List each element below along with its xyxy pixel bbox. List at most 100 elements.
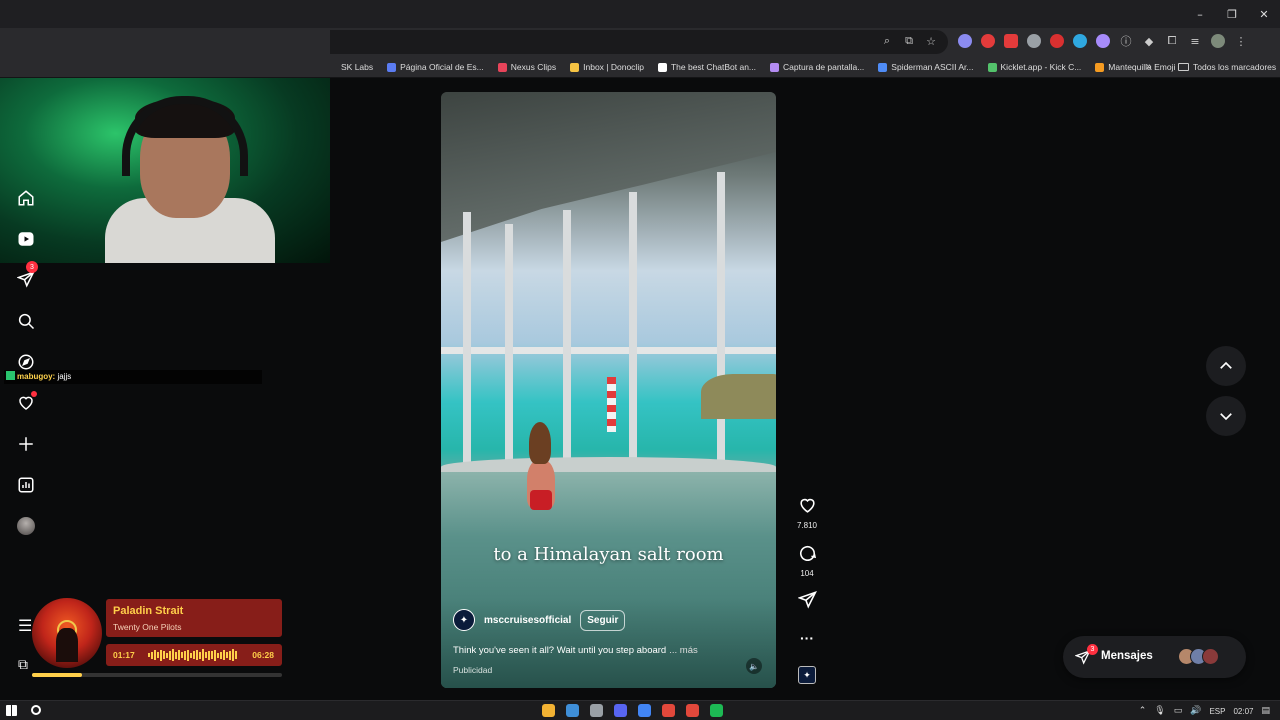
nav-search[interactable]: [16, 311, 36, 331]
system-tray: ⌃ 🎙 ▭ 🔊 ESP 02:07 ▤: [1139, 701, 1270, 720]
comment-button[interactable]: 104: [792, 544, 822, 578]
bookmarks-overflow-button[interactable]: »: [1146, 61, 1152, 72]
waveform-bar: [181, 652, 183, 658]
taskbar-app-icon[interactable]: [542, 704, 555, 717]
bookmark-item[interactable]: Kicklet.app - Kick C...: [987, 62, 1081, 72]
install-icon[interactable]: ⧉: [902, 34, 916, 48]
heart-icon: [799, 498, 815, 513]
nav-reels[interactable]: [16, 229, 36, 249]
bookmark-item[interactable]: Captura de pantalla...: [770, 62, 864, 72]
messages-pill[interactable]: 3 Mensajes: [1063, 636, 1246, 678]
extension-icon[interactable]: ◆: [1142, 34, 1156, 48]
bookmark-favicon-icon: [878, 62, 888, 72]
waveform-bar: [172, 649, 174, 661]
message-avatars: [1178, 648, 1219, 665]
more-dots-icon: ···: [800, 630, 814, 646]
waveform-bar: [151, 651, 153, 659]
account-name[interactable]: msccruisesofficial: [484, 615, 571, 626]
taskbar-app-icon[interactable]: [614, 704, 627, 717]
bookmark-item[interactable]: Nexus Clips: [497, 62, 556, 72]
adblock-icon[interactable]: [1004, 34, 1018, 48]
bookmark-item[interactable]: Mantequilla Emoji: [1095, 62, 1175, 72]
windows-start-icon[interactable]: [6, 705, 17, 716]
extension-icon[interactable]: [1050, 34, 1064, 48]
nav-profile[interactable]: [16, 516, 36, 536]
profile-avatar[interactable]: [1211, 34, 1225, 48]
song-duration: 06:28: [252, 650, 274, 660]
search-icon[interactable]: [31, 705, 41, 715]
bookmark-item[interactable]: Inbox | Donoclip: [570, 62, 644, 72]
tray-chevron-icon[interactable]: ⌃: [1139, 706, 1147, 716]
clock[interactable]: 02:07: [1233, 707, 1253, 716]
waveform-bar: [178, 650, 180, 660]
comment-count: 104: [800, 569, 814, 578]
nav-dashboard[interactable]: [16, 475, 36, 495]
nav-notifications[interactable]: [16, 391, 37, 413]
language-indicator[interactable]: ESP: [1209, 707, 1225, 716]
taskbar-app-icon[interactable]: [710, 704, 723, 717]
bookmarks-bar: SK Labs Página Oficial de Es... Nexus Clip…: [0, 56, 1280, 78]
speaker-icon: 🔈: [749, 661, 759, 671]
audio-icon: ✦: [803, 669, 811, 680]
nav-home[interactable]: [16, 188, 36, 208]
network-icon[interactable]: ▭: [1174, 706, 1183, 716]
all-bookmarks-button[interactable]: Todos los marcadores: [1178, 56, 1276, 78]
media-controls-icon[interactable]: ≡: [1188, 34, 1202, 48]
microphone-icon[interactable]: 🎙: [1154, 706, 1165, 716]
minimize-button[interactable]: –: [1184, 0, 1216, 28]
extension-icon[interactable]: [1027, 34, 1041, 48]
extension-icon[interactable]: [958, 34, 972, 48]
info-icon[interactable]: ⓘ: [1119, 34, 1133, 48]
restore-button[interactable]: ❐: [1216, 0, 1248, 28]
chevron-down-icon: [1220, 413, 1232, 421]
reel-video[interactable]: to a Himalayan salt room ✦ msccruisesoff…: [441, 92, 776, 688]
apps-icon[interactable]: ⧉: [18, 656, 28, 673]
bookmark-item[interactable]: SK Labs: [328, 62, 373, 72]
waveform-bar: [196, 650, 198, 660]
bookmark-favicon-icon: [1095, 62, 1105, 72]
comment-icon: [799, 545, 816, 561]
extension-icon[interactable]: [981, 34, 995, 48]
close-window-button[interactable]: ✕: [1248, 0, 1280, 28]
follow-button[interactable]: Seguir: [580, 609, 626, 631]
previous-reel-button[interactable]: [1206, 346, 1246, 386]
instagram-page: 3 mabugoy: jajjs to a Himalayan salt roo…: [0, 78, 1280, 700]
volume-icon[interactable]: 🔊: [1190, 706, 1201, 716]
like-button[interactable]: 7.810: [792, 496, 822, 530]
home-icon: [18, 190, 34, 206]
nav-create[interactable]: [16, 434, 36, 454]
more-options-button[interactable]: ···: [792, 630, 822, 646]
zoom-icon[interactable]: ⌕: [880, 34, 894, 48]
address-bar[interactable]: ⌕ ⧉ ☆: [330, 30, 948, 54]
dashboard-icon: [18, 477, 34, 493]
hamburger-icon[interactable]: ☰: [18, 616, 32, 636]
menu-icon[interactable]: ⋮: [1234, 34, 1248, 48]
waveform-bar: [202, 649, 204, 661]
taskbar-app-icon[interactable]: [566, 704, 579, 717]
taskbar-app-icon[interactable]: [686, 704, 699, 717]
bookmark-item[interactable]: Página Oficial de Es...: [387, 62, 484, 72]
account-avatar[interactable]: ✦: [453, 609, 475, 631]
reel-caption-overlay: to a Himalayan salt room: [493, 544, 724, 565]
bookmark-star-icon[interactable]: ☆: [924, 34, 938, 48]
taskbar-app-icon[interactable]: [638, 704, 651, 717]
audio-button[interactable]: ✦: [798, 666, 816, 684]
bookmark-item[interactable]: The best ChatBot an...: [657, 62, 756, 72]
nav-explore[interactable]: [16, 352, 36, 372]
bookmark-favicon-icon: [987, 62, 997, 72]
bookmark-item[interactable]: Spiderman ASCII Ar...: [878, 62, 974, 72]
taskbar-app-icon[interactable]: [662, 704, 675, 717]
extension-icon[interactable]: [1096, 34, 1110, 48]
taskbar-app-icon[interactable]: [590, 704, 603, 717]
waveform-bar: [184, 650, 186, 660]
lighthouse: [607, 377, 616, 432]
more-link[interactable]: ... más: [669, 645, 698, 656]
mute-button[interactable]: 🔈: [746, 658, 762, 674]
notifications-icon[interactable]: ▤: [1261, 706, 1270, 716]
puzzle-icon[interactable]: ⧠: [1165, 34, 1179, 48]
extension-icon[interactable]: [1073, 34, 1087, 48]
next-reel-button[interactable]: [1206, 396, 1246, 436]
share-button[interactable]: [792, 590, 822, 614]
woman-hair: [529, 422, 551, 464]
nav-messages[interactable]: 3: [16, 261, 38, 289]
